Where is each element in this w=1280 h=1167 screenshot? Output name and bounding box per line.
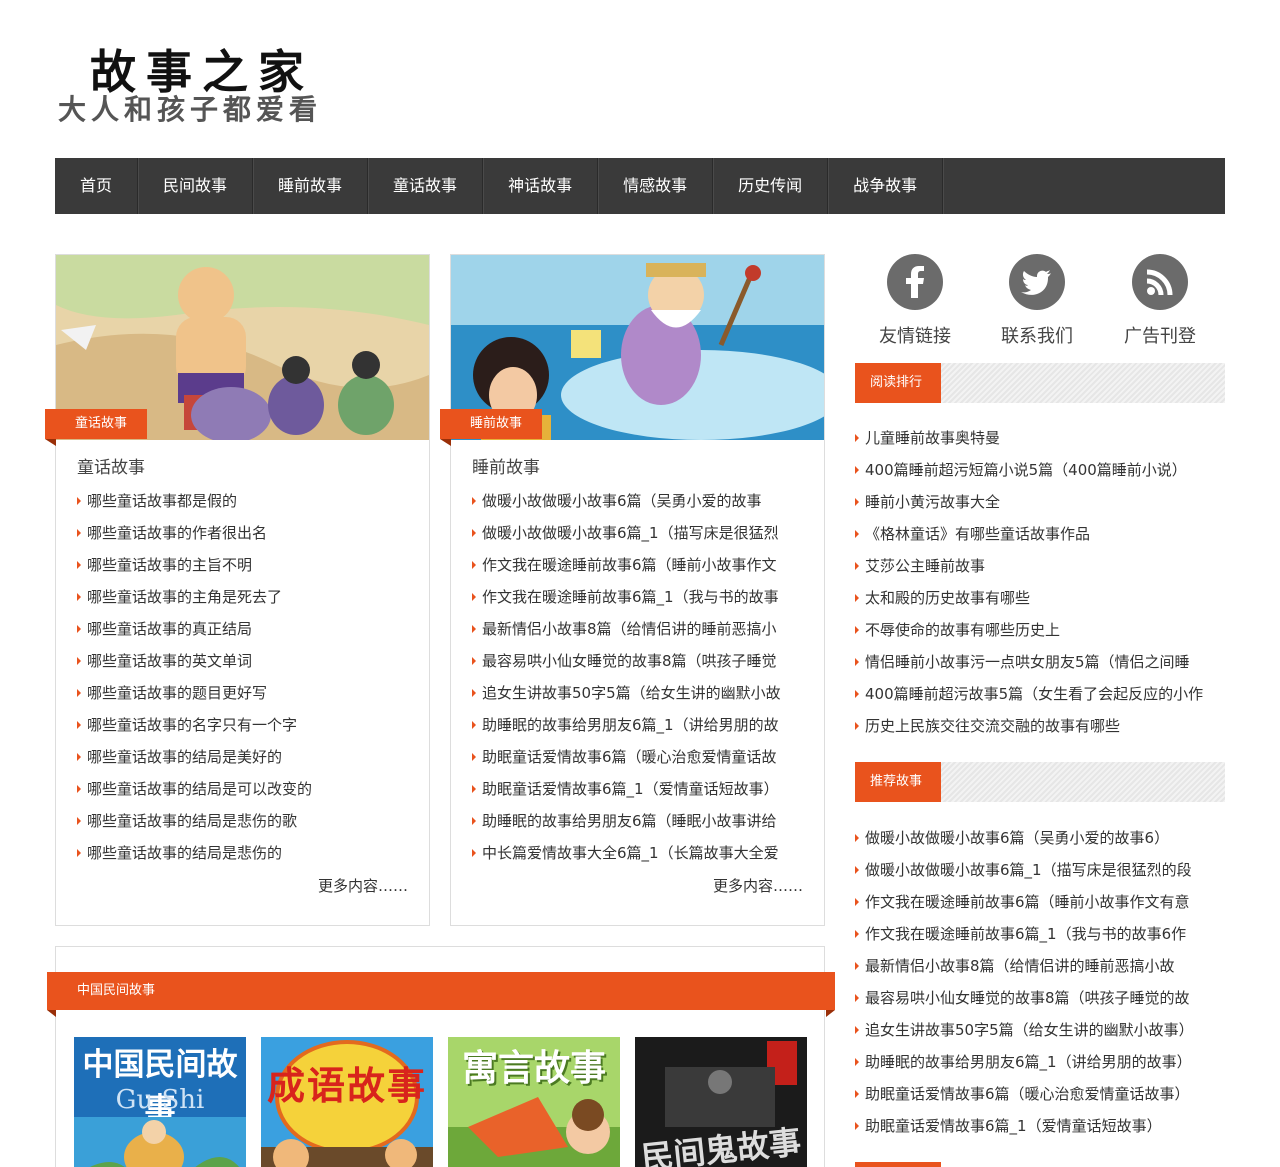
contact-us-link[interactable]: 联系我们 (977, 254, 1097, 348)
list-item[interactable]: 助眠童话爱情故事6篇（暖心治愈爱情童话故 (472, 745, 802, 777)
list-item[interactable]: 最新情侣小故事8篇（给情侣讲的睡前恶搞小 (472, 617, 802, 649)
list-item[interactable]: 不辱使命的故事有哪些历史上 (855, 618, 1225, 650)
site-logo[interactable]: 故事之家 大人和孩子都爱看 (58, 36, 368, 126)
list-item[interactable]: 追女生讲故事50字5篇（给女生讲的幽默小故 (472, 681, 802, 713)
list-item[interactable]: 哪些童话故事的结局是悲伤的歌 (77, 809, 407, 841)
rss-icon (1132, 254, 1188, 310)
story-list: 哪些童话故事都是假的 哪些童话故事的作者很出名 哪些童话故事的主旨不明 哪些童话… (77, 489, 407, 873)
list-item[interactable]: 做暖小故做暖小故事6篇（吴勇小爱的故事 (472, 489, 802, 521)
story-list: 做暖小故做暖小故事6篇（吴勇小爱的故事 做暖小故做暖小故事6篇_1（描写床是很猛… (472, 489, 802, 873)
list-item[interactable]: 最容易哄小仙女睡觉的故事8篇（哄孩子睡觉 (472, 649, 802, 681)
list-item[interactable]: 哪些童话故事的名字只有一个字 (77, 713, 407, 745)
book-title: 中国民间故事 (82, 1047, 238, 1128)
nav-item-folk[interactable]: 民间故事 (138, 158, 254, 214)
friend-links-link[interactable]: 友情链接 (855, 254, 975, 348)
card-title[interactable]: 睡前故事 (472, 453, 540, 478)
book-title: 成语故事 (266, 1063, 427, 1108)
category-ribbon[interactable]: 睡前故事 (440, 409, 543, 446)
list-item[interactable]: 最容易哄小仙女睡觉的故事8篇（哄孩子睡觉的故 (855, 986, 1225, 1018)
folk-stories-section: 中国民间故事 中国民间故事 Gu Shi 成语故事 寓言故事 民间鬼故事 (47, 946, 835, 1167)
list-item[interactable]: 太和殿的历史故事有哪些 (855, 586, 1225, 618)
list-item[interactable]: 助睡眠的故事给男朋友6篇_1（讲给男朋的故事） (855, 1050, 1225, 1082)
list-item[interactable]: 哪些童话故事的结局是悲伤的 (77, 841, 407, 873)
list-item[interactable]: 哪些童话故事的作者很出名 (77, 521, 407, 553)
nav-item-history[interactable]: 历史传闻 (713, 158, 829, 214)
book-subtitle: Gu Shi (115, 1085, 205, 1115)
book-cover-ghost[interactable]: 民间鬼故事 (635, 1037, 807, 1167)
list-item[interactable]: 作文我在暖途睡前故事6篇_1（我与书的故事 (472, 585, 802, 617)
category-card-bedtime: 睡前故事 睡前故事 做暖小故做暖小故事6篇（吴勇小爱的故事 做暖小故做暖小故事6… (440, 254, 825, 926)
reading-rank-list: 儿童睡前故事奥特曼 400篇睡前超污短篇小说5篇（400篇睡前小说） 睡前小黄污… (855, 426, 1225, 746)
list-item[interactable]: 睡前小黄污故事大全 (855, 490, 1225, 522)
reading-rank-title: 阅读排行 (855, 363, 941, 403)
list-item[interactable]: 400篇睡前超污故事5篇（女生看了会起反应的小作 (855, 682, 1225, 714)
list-item[interactable]: 做暖小故做暖小故事6篇_1（描写床是很猛烈 (472, 521, 802, 553)
list-item[interactable]: 哪些童话故事的结局是可以改变的 (77, 777, 407, 809)
category-ribbon[interactable]: 童话故事 (45, 409, 148, 446)
next-section-header (855, 1162, 941, 1167)
social-label: 联系我们 (1001, 326, 1073, 347)
list-item[interactable]: 中长篇爱情故事大全6篇_1（长篇故事大全爱 (472, 841, 802, 873)
facebook-icon (887, 254, 943, 310)
list-item[interactable]: 哪些童话故事的题目更好写 (77, 681, 407, 713)
social-label: 友情链接 (879, 326, 951, 347)
list-item[interactable]: 追女生讲故事50字5篇（给女生讲的幽默小故事） (855, 1018, 1225, 1050)
book-cover-idiom[interactable]: 成语故事 (261, 1037, 433, 1167)
list-item[interactable]: 作文我在暖途睡前故事6篇（睡前小故事作文有意 (855, 890, 1225, 922)
social-label: 广告刊登 (1124, 326, 1196, 347)
book-title: 寓言故事 (461, 1047, 606, 1089)
nav-item-fairytale[interactable]: 童话故事 (368, 158, 484, 214)
list-item[interactable]: 作文我在暖途睡前故事6篇（睡前小故事作文 (472, 553, 802, 585)
nav-item-myth[interactable]: 神话故事 (483, 158, 599, 214)
nav-item-war[interactable]: 战争故事 (828, 158, 944, 214)
list-item[interactable]: 情侣睡前小故事污一点哄女朋友5篇（情侣之间睡 (855, 650, 1225, 682)
nav-item-bedtime[interactable]: 睡前故事 (253, 158, 369, 214)
list-item[interactable]: 最新情侣小故事8篇（给情侣讲的睡前恶搞小故 (855, 954, 1225, 986)
list-item[interactable]: 儿童睡前故事奥特曼 (855, 426, 1225, 458)
logo-subtitle: 大人和孩子都爱看 (58, 93, 323, 126)
card-title[interactable]: 童话故事 (77, 453, 145, 478)
list-item[interactable]: 做暖小故做暖小故事6篇_1（描写床是很猛烈的段 (855, 858, 1225, 890)
list-item[interactable]: 助眠童话爱情故事6篇_1（爱情童话短故事） (472, 777, 802, 809)
list-item[interactable]: 哪些童话故事都是假的 (77, 489, 407, 521)
list-item[interactable]: 助眠童话爱情故事6篇（暖心治愈爱情童话故事） (855, 1082, 1225, 1114)
section-header[interactable]: 中国民间故事 (47, 972, 835, 1017)
list-item[interactable]: 助睡眠的故事给男朋友6篇_1（讲给男朋的故 (472, 713, 802, 745)
category-card-fairytale: 童话故事 童话故事 哪些童话故事都是假的 哪些童话故事的作者很出名 哪些童话故事… (45, 254, 430, 926)
list-item[interactable]: 助睡眠的故事给男朋友6篇（睡眠小故事讲给 (472, 809, 802, 841)
book-cover-fable[interactable]: 寓言故事 (448, 1037, 620, 1167)
list-item[interactable]: 艾莎公主睡前故事 (855, 554, 1225, 586)
list-item[interactable]: 历史上民族交往交流交融的故事有哪些 (855, 714, 1225, 746)
main-nav: 首页 民间故事 睡前故事 童话故事 神话故事 情感故事 历史传闻 战争故事 (55, 158, 1225, 214)
advertising-link[interactable]: 广告刊登 (1100, 254, 1220, 348)
list-item[interactable]: 哪些童话故事的主角是死去了 (77, 585, 407, 617)
list-item[interactable]: 哪些童话故事的主旨不明 (77, 553, 407, 585)
list-item[interactable]: 哪些童话故事的英文单词 (77, 649, 407, 681)
more-link[interactable]: 更多内容…… (318, 875, 408, 896)
reading-rank-header: 阅读排行 (855, 363, 1225, 403)
recommended-title: 推荐故事 (855, 762, 941, 802)
book-cover-folk[interactable]: 中国民间故事 Gu Shi (74, 1037, 246, 1167)
list-item[interactable]: 400篇睡前超污短篇小说5篇（400篇睡前小说） (855, 458, 1225, 490)
nav-item-emotion[interactable]: 情感故事 (598, 158, 714, 214)
list-item[interactable]: 《格林童话》有哪些童话故事作品 (855, 522, 1225, 554)
list-item[interactable]: 作文我在暖途睡前故事6篇_1（我与书的故事6作 (855, 922, 1225, 954)
recommended-header: 推荐故事 (855, 762, 1225, 802)
recommended-list: 做暖小故做暖小故事6篇（吴勇小爱的故事6） 做暖小故做暖小故事6篇_1（描写床是… (855, 826, 1225, 1146)
list-item[interactable]: 做暖小故做暖小故事6篇（吴勇小爱的故事6） (855, 826, 1225, 858)
list-item[interactable]: 助眠童话爱情故事6篇_1（爱情童话短故事） (855, 1114, 1225, 1146)
list-item[interactable]: 哪些童话故事的结局是美好的 (77, 745, 407, 777)
nav-item-home[interactable]: 首页 (55, 158, 139, 214)
twitter-icon (1009, 254, 1065, 310)
more-link[interactable]: 更多内容…… (713, 875, 803, 896)
list-item[interactable]: 哪些童话故事的真正结局 (77, 617, 407, 649)
